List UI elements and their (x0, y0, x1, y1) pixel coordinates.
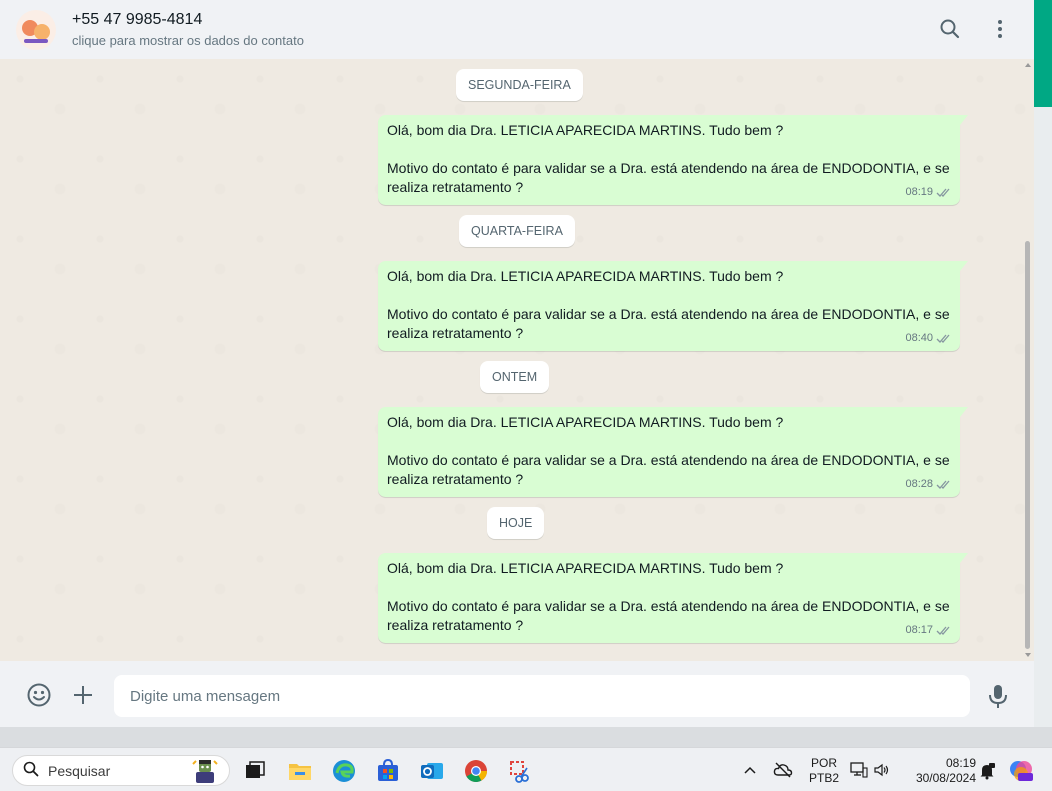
date-chip: HOJE (487, 507, 545, 539)
date-chip: ONTEM (480, 361, 550, 393)
message-input[interactable] (114, 675, 970, 717)
chevron-up-icon[interactable] (742, 762, 768, 788)
chat-panel[interactable]: SEGUNDA-FEIRA Olá, bom dia Dra. LETICIA … (0, 59, 1034, 661)
language-indicator[interactable]: POR PTB2 (804, 748, 844, 791)
task-view-icon[interactable] (242, 758, 268, 784)
message-line: Olá, bom dia Dra. LETICIA APARECIDA MART… (387, 414, 784, 430)
windows-taskbar: Pesquisar POR PTB2 08:19 30/08/2024 (0, 747, 1052, 791)
contact-info[interactable]: +55 47 9985-4814 clique para mostrar os … (72, 11, 304, 48)
contact-avatar[interactable] (16, 9, 56, 50)
store-icon[interactable] (375, 758, 401, 784)
search-highlight-icon (191, 758, 219, 784)
window-gutter (1034, 107, 1052, 727)
outgoing-message[interactable]: Olá, bom dia Dra. LETICIA APARECIDA MART… (378, 553, 968, 643)
date-chip: SEGUNDA-FEIRA (456, 69, 583, 101)
message-line: Motivo do contato é para validar se a Dr… (387, 306, 950, 322)
copilot-icon[interactable] (1008, 758, 1034, 784)
contact-name: +55 47 9985-4814 (72, 11, 203, 28)
attach-plus-icon[interactable] (71, 683, 95, 712)
keyboard-layout: PTB2 (808, 771, 839, 785)
clock-time: 08:19 (945, 756, 976, 770)
read-ticks-icon (936, 333, 952, 344)
message-time: 08:19 (905, 186, 933, 198)
edge-icon[interactable] (331, 758, 357, 784)
accent-strip (1034, 0, 1052, 107)
outgoing-message[interactable]: Olá, bom dia Dra. LETICIA APARECIDA MART… (378, 407, 968, 497)
scroll-down-icon[interactable] (1025, 653, 1031, 657)
notification-bell-icon[interactable] (978, 762, 1004, 788)
message-line: Motivo do contato é para validar se a Dr… (387, 452, 950, 468)
chat-scrollbar[interactable] (1024, 59, 1032, 661)
outgoing-message[interactable]: Olá, bom dia Dra. LETICIA APARECIDA MART… (378, 115, 968, 205)
outlook-icon[interactable] (419, 758, 445, 784)
read-ticks-icon (936, 479, 952, 490)
message-line: Motivo do contato é para validar se a Dr… (387, 160, 950, 176)
taskbar-search[interactable]: Pesquisar (12, 755, 230, 786)
outgoing-message[interactable]: Olá, bom dia Dra. LETICIA APARECIDA MART… (378, 261, 968, 351)
read-ticks-icon (936, 187, 952, 198)
microphone-icon[interactable] (987, 683, 1009, 714)
message-line: realiza retratamento ? (387, 617, 524, 633)
window-bottom-edge (0, 727, 1052, 747)
message-line: realiza retratamento ? (387, 471, 524, 487)
date-chip: QUARTA-FEIRA (459, 215, 575, 247)
clock-date: 30/08/2024 (915, 771, 976, 785)
cloud-offline-icon[interactable] (773, 761, 799, 787)
message-line: Olá, bom dia Dra. LETICIA APARECIDA MART… (387, 268, 784, 284)
search-label: Pesquisar (48, 762, 111, 779)
read-ticks-icon (936, 625, 952, 636)
message-line: Olá, bom dia Dra. LETICIA APARECIDA MART… (387, 122, 784, 138)
scroll-thumb[interactable] (1025, 241, 1030, 649)
menu-icon[interactable] (988, 17, 1012, 46)
chat-header[interactable]: +55 47 9985-4814 clique para mostrar os … (0, 0, 1034, 59)
language-code: POR (810, 756, 837, 770)
message-line: Olá, bom dia Dra. LETICIA APARECIDA MART… (387, 560, 784, 576)
clock[interactable]: 08:19 30/08/2024 (900, 748, 976, 791)
message-line: Motivo do contato é para validar se a Dr… (387, 598, 950, 614)
search-icon (23, 761, 39, 780)
search-icon[interactable] (938, 17, 962, 46)
snipping-tool-icon[interactable] (507, 758, 533, 784)
message-composer (0, 661, 1034, 727)
volume-icon[interactable] (873, 762, 899, 788)
emoji-icon[interactable] (26, 682, 52, 713)
message-line: realiza retratamento ? (387, 325, 524, 341)
message-line: realiza retratamento ? (387, 179, 524, 195)
message-time: 08:28 (905, 478, 933, 490)
contact-subtitle: clique para mostrar os dados do contato (72, 33, 304, 48)
message-time: 08:17 (905, 624, 933, 636)
chrome-icon[interactable] (463, 758, 489, 784)
message-time: 08:40 (905, 332, 933, 344)
scroll-up-icon[interactable] (1025, 63, 1031, 67)
file-explorer-icon[interactable] (287, 758, 313, 784)
